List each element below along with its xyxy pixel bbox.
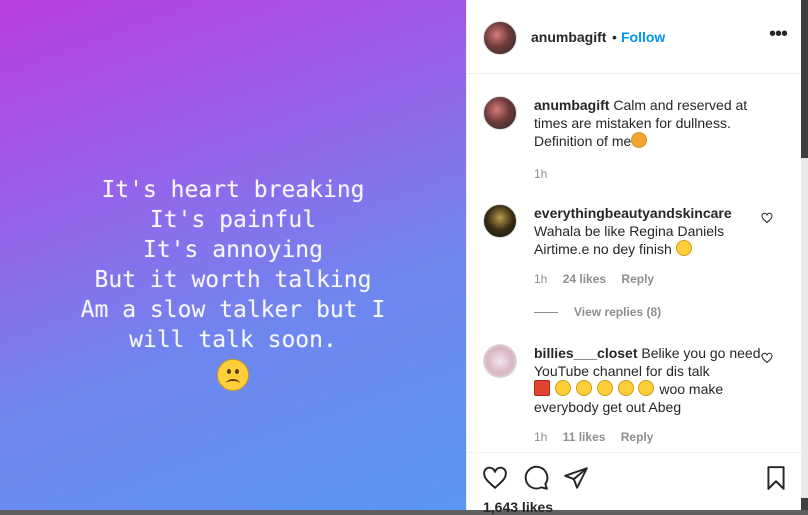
laughing-face-icon bbox=[596, 380, 613, 396]
heart-icon[interactable] bbox=[482, 465, 508, 491]
laughing-face-icon bbox=[617, 380, 634, 396]
comment-body: everythingbeautyandskincare Wahala be li… bbox=[534, 204, 764, 258]
view-replies-button[interactable]: View replies (8) bbox=[534, 305, 661, 319]
story-text: It's heart breaking It's painful It's an… bbox=[81, 175, 386, 355]
follow-button[interactable]: Follow bbox=[621, 29, 665, 45]
avatar[interactable] bbox=[483, 21, 517, 55]
avatar[interactable] bbox=[483, 204, 517, 238]
story-line: It's annoying bbox=[142, 237, 323, 263]
caption-body: anumbagift Calm and reserved at times ar… bbox=[534, 96, 764, 150]
share-icon[interactable] bbox=[563, 465, 589, 491]
story-line: But it worth talking bbox=[94, 267, 372, 293]
post-panel: anumbagift • Follow ••• anumbagift Calm … bbox=[466, 0, 801, 515]
laughing-face-icon bbox=[554, 380, 571, 396]
comment-time[interactable]: 1h bbox=[534, 272, 547, 286]
comment-meta: 1h 24 likes Reply bbox=[534, 272, 666, 286]
comment-likes[interactable]: 24 likes bbox=[563, 272, 606, 286]
story-line: It's heart breaking bbox=[101, 177, 365, 203]
avatar[interactable] bbox=[483, 344, 517, 378]
likes-count[interactable]: 1,643 likes bbox=[483, 499, 553, 515]
bookmark-icon[interactable] bbox=[763, 465, 789, 491]
comments-list[interactable]: anumbagift Calm and reserved at times ar… bbox=[467, 74, 801, 452]
like-comment-icon[interactable] bbox=[761, 352, 773, 364]
post-header: anumbagift • Follow ••• bbox=[467, 0, 801, 74]
comment-username[interactable]: everythingbeautyandskincare bbox=[534, 205, 732, 221]
more-options-icon[interactable]: ••• bbox=[769, 24, 788, 46]
laughing-face-icon bbox=[575, 380, 592, 396]
caption-meta: 1h bbox=[534, 167, 559, 181]
sad-face-icon bbox=[217, 359, 249, 391]
angry-face-icon bbox=[631, 132, 648, 148]
separator-dot: • bbox=[612, 29, 617, 45]
view-replies-label: View replies (8) bbox=[574, 305, 662, 319]
post-dialog: It's heart breaking It's painful It's an… bbox=[0, 0, 808, 515]
reply-button[interactable]: Reply bbox=[621, 430, 654, 444]
caption-username[interactable]: anumbagift bbox=[534, 97, 609, 113]
like-comment-icon[interactable] bbox=[761, 212, 773, 224]
comment-text: Wahala be like Regina Daniels Airtime.e … bbox=[534, 223, 725, 257]
comment-likes[interactable]: 11 likes bbox=[563, 430, 606, 444]
comment-username[interactable]: billies___closet bbox=[534, 345, 638, 361]
story-line: Am a slow talker but I bbox=[80, 297, 386, 323]
laughing-face-icon bbox=[638, 380, 655, 396]
header-username[interactable]: anumbagift bbox=[531, 29, 606, 45]
comment-body: billies___closet Belike you go need YouT… bbox=[534, 344, 764, 416]
avatar[interactable] bbox=[483, 96, 517, 130]
reply-button[interactable]: Reply bbox=[621, 272, 654, 286]
comment-time[interactable]: 1h bbox=[534, 430, 547, 444]
comment-meta: 1h 11 likes Reply bbox=[534, 430, 665, 444]
sad-face-icon bbox=[675, 240, 692, 256]
story-line: will talk soon. bbox=[129, 327, 337, 353]
action-bar: 1,643 likes bbox=[467, 452, 801, 515]
post-media: It's heart breaking It's painful It's an… bbox=[0, 0, 466, 510]
caption-time[interactable]: 1h bbox=[534, 167, 547, 181]
story-line: It's painful bbox=[149, 207, 317, 233]
gift-icon bbox=[534, 380, 550, 396]
comment-icon[interactable] bbox=[523, 465, 549, 491]
